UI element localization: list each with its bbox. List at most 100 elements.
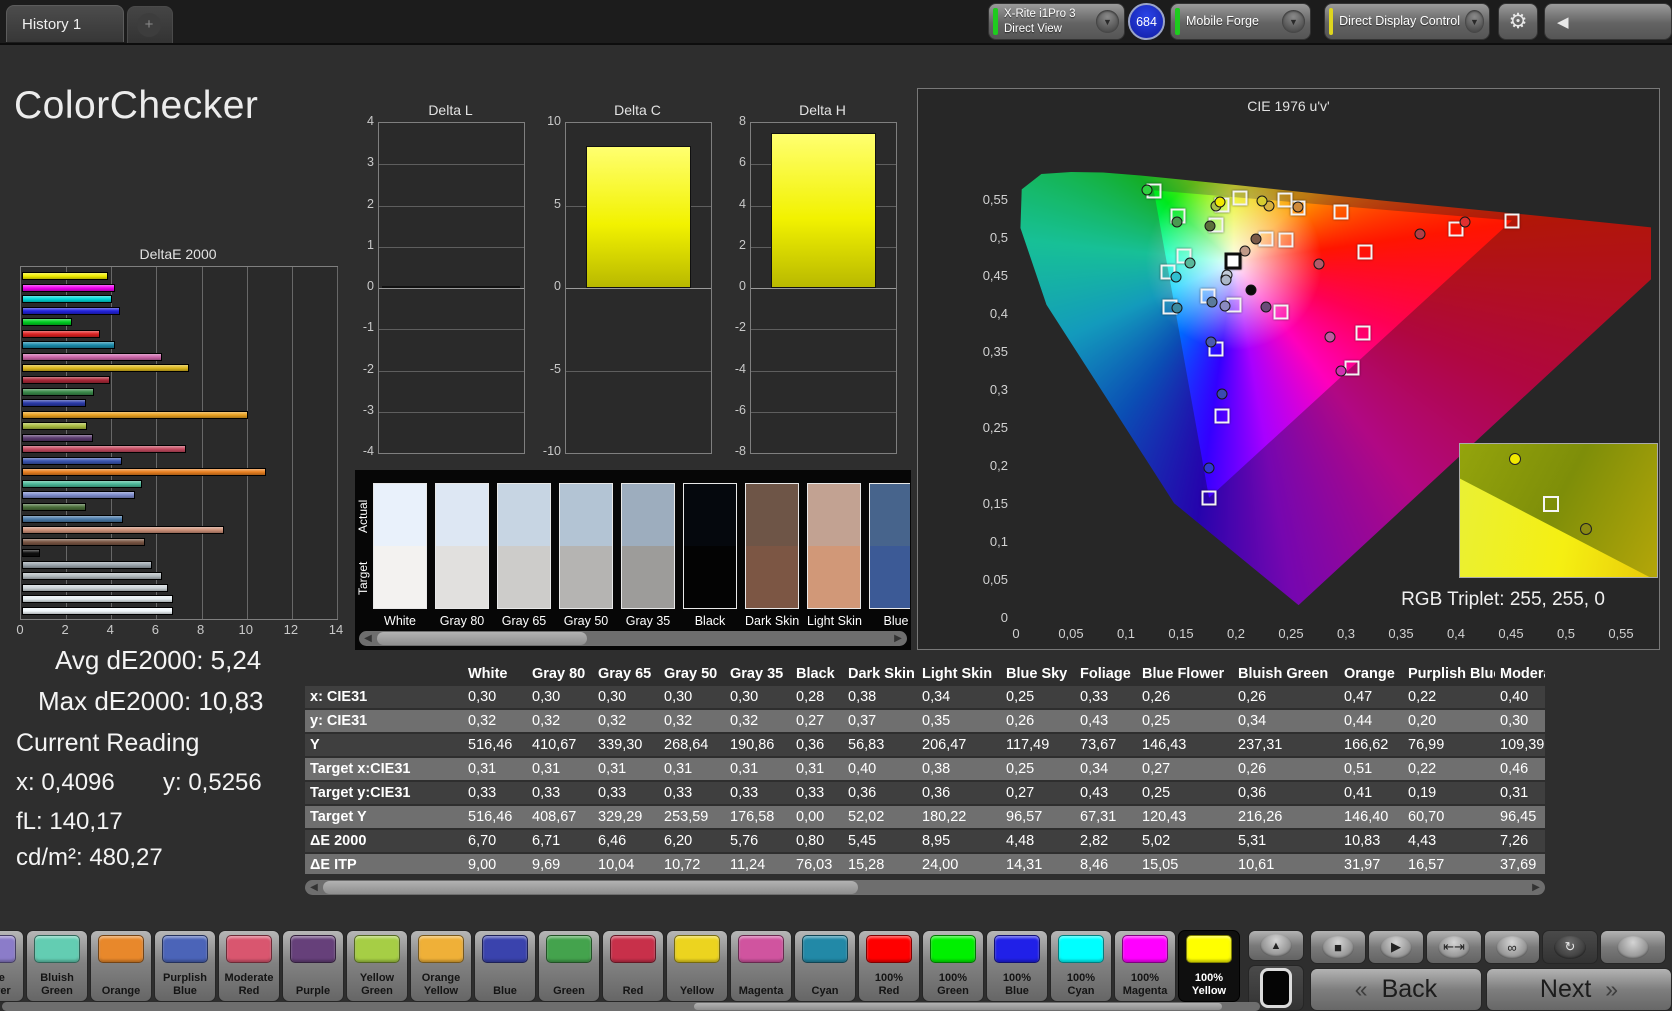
patch-button-purplish-blue[interactable]: Purplish Blue [154,930,216,1002]
x-tick-label: 0,25 [1278,626,1304,641]
measured-point [1324,331,1336,343]
y-tick-label: 0,3 [989,382,1008,397]
table-header-row: White Gray 80 Gray 65 Gray 50 Gray 35 Black Da… [305,664,1545,684]
cell-value: 0,30 [1495,710,1545,732]
meter-status-strip [993,8,998,35]
swatch-scrollbar-thumb[interactable] [377,632,587,645]
patch-color-chip [674,935,720,963]
patch-button-blue-flower[interactable]: BlueFlower [0,930,24,1002]
patch-button-green[interactable]: Green [538,930,600,1002]
patch-button-100-blue[interactable]: 100% Blue [986,930,1048,1002]
swatch-light-skin[interactable]: Light Skin [807,483,862,628]
measured-point [1171,216,1183,228]
meter-count-badge[interactable]: 684 [1128,3,1165,40]
next-button[interactable]: Next » [1486,968,1672,1011]
source-selector[interactable]: Mobile Forge ▼ [1170,3,1311,40]
y-tick-label: 0 [554,279,561,293]
swatch-white[interactable]: White [373,483,427,628]
column-header: Light Skin [922,666,993,682]
cell-value: 0,30 [725,686,791,708]
patch-color-chip [994,935,1040,963]
swatch-black[interactable]: Black [683,483,737,628]
bar-100-blue [22,306,121,315]
swatch-gray-65[interactable]: Gray 65 [497,483,551,628]
range-button[interactable]: ⇤⇥ [1426,930,1482,964]
cell-value: 0,20 [1403,710,1495,732]
cell-value: 0,40 [843,758,917,780]
patch-button-cyan[interactable]: Cyan [794,930,856,1002]
patch-row-scrollbar[interactable] [2,1002,1260,1011]
patch-button-orange[interactable]: Orange [90,930,152,1002]
table-row: Target x:CIE31 0,31 0,31 0,31 0,31 0,31 0,31 0,… [305,758,1545,780]
back-button[interactable]: « Back [1310,968,1482,1011]
patch-button-100-magenta[interactable]: 100% Magenta [1114,930,1176,1002]
measured-point [1414,228,1426,240]
bar-white [22,606,174,615]
patch-button-100-cyan[interactable]: 100% Cyan [1050,930,1112,1002]
patch-color-chip [418,935,464,963]
cell-value: 176,58 [725,806,791,828]
cell-value: 37,69 [1495,854,1545,874]
refresh-button[interactable]: ↻ [1542,930,1598,964]
swatch-scrollbar[interactable]: ◀ ▶ [359,631,907,646]
gridline [379,370,524,372]
patch-button-yellow-green[interactable]: Yellow Green [346,930,408,1002]
patch-button-moderate-red[interactable]: Moderate Red [218,930,280,1002]
target-square [1232,190,1248,206]
settings-button[interactable]: ⚙ [1498,3,1538,40]
page-title: ColorChecker [14,84,259,127]
patch-button-100-red[interactable]: 100% Red [858,930,920,1002]
play-button[interactable]: ▶ [1368,930,1424,964]
scroll-left-icon[interactable]: ◀ [307,882,321,893]
cell-value: 0,33 [659,782,725,804]
cell-value: 0,31 [659,758,725,780]
patch-color-chip [1122,935,1168,963]
swatch-blue[interactable]: Blue [869,483,910,628]
swatch-gray-80[interactable]: Gray 80 [435,483,489,628]
cell-value: 6,20 [659,830,725,852]
gridline [379,329,524,331]
row-label: y: CIE31 [305,710,463,732]
patch-button-label: 100% Blue [1002,972,1032,998]
patch-button-bluish-green[interactable]: Bluish Green [26,930,88,1002]
actual-swatch [745,483,799,546]
patch-button-blue[interactable]: Blue [474,930,536,1002]
patch-button-100-green[interactable]: 100% Green [922,930,984,1002]
x-tick-label: 0,35 [1388,626,1414,641]
patch-button-purple[interactable]: Purple [282,930,344,1002]
tab-history-1[interactable]: History 1 [6,5,124,42]
cell-value: 8,95 [917,830,1001,852]
swatch-gray-50[interactable]: Gray 50 [559,483,613,628]
cell-value: 0,44 [1339,710,1403,732]
table-scrollbar-thumb[interactable] [323,881,858,894]
patch-button-label: Purple [295,985,331,998]
pattern-up-button[interactable]: ▲ [1248,930,1304,961]
measured-point [1204,220,1216,232]
patch-scrollbar-thumb[interactable] [693,1003,1223,1010]
swatch-label: White [384,614,416,628]
scroll-right-icon[interactable]: ▶ [1529,882,1543,893]
loop-button[interactable]: ∞ [1484,930,1540,964]
cell-value: 15,05 [1137,854,1233,874]
meter-selector[interactable]: X-Rite i1Pro 3 Direct View ▼ [988,3,1125,40]
patch-button-yellow[interactable]: Yellow [666,930,728,1002]
scroll-right-icon[interactable]: ▶ [891,633,905,644]
control-selector[interactable]: Direct Display Control ▼ [1324,3,1490,40]
scroll-left-icon[interactable]: ◀ [361,633,375,644]
patch-color-chip [1186,935,1232,963]
patch-button-label: Yellow Green [359,972,395,998]
stop-button[interactable]: ■ [1310,930,1366,964]
swatch-dark-skin[interactable]: Dark Skin [745,483,799,628]
patch-button-100-yellow[interactable]: 100% Yellow [1178,930,1240,1002]
patch-button-red[interactable]: Red [602,930,664,1002]
add-tab-button[interactable]: + [127,6,173,43]
table-row: x: CIE31 0,30 0,30 0,30 0,30 0,30 0,28 0,38 0,34… [305,686,1545,708]
patch-button-magenta[interactable]: Magenta [730,930,792,1002]
blank-button-button[interactable] [1600,930,1666,964]
target-swatch [621,546,675,609]
swatch-gray-35[interactable]: Gray 35 [621,483,675,628]
cell-value: 73,67 [1075,734,1137,756]
collapse-panel-button[interactable]: ◀ [1544,3,1672,40]
patch-button-orange-yellow[interactable]: Orange Yellow [410,930,472,1002]
table-scrollbar[interactable]: ◀ ▶ [305,880,1545,895]
